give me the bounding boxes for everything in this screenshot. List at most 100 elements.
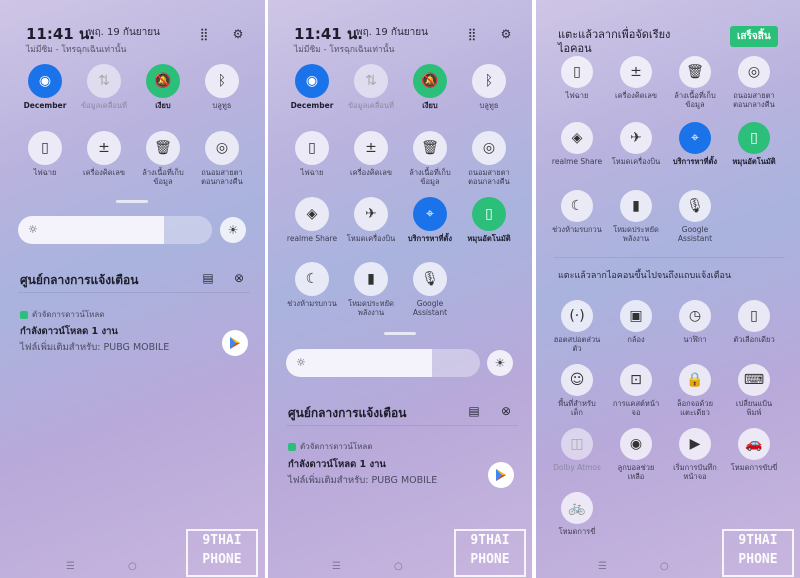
- tile-flashlight[interactable]: ▯ ไฟฉาย: [284, 131, 340, 177]
- auto-brightness-icon[interactable]: ☀: [487, 350, 513, 376]
- eye-icon: ◎: [205, 131, 239, 165]
- date: พฤ. 19 กันยายน: [356, 27, 428, 38]
- carrier-text: ไม่มีซิม - โทรฉุกเฉินเท่านั้น: [26, 45, 127, 55]
- extra-tile[interactable]: ▶ เริ่มการบันทึก หน้าจอ: [667, 428, 723, 481]
- extra-tile[interactable]: ▯ ตัวเลือกเดียว: [726, 300, 782, 344]
- tile-clean-storage[interactable]: 🗑 ล้างเนื้อที่เก็บ ข้อมูล: [402, 131, 458, 186]
- extra-tile[interactable]: ▣ กล้อง: [608, 300, 664, 344]
- brightness-slider[interactable]: ☼: [286, 349, 480, 377]
- nav-menu-icon[interactable]: ☰: [598, 561, 607, 572]
- extra-tile[interactable]: ◷ นาฬิกา: [667, 300, 723, 344]
- tile-auto-rotate[interactable]: ▯ หมุนอัตโนมัติ: [461, 197, 517, 243]
- tile-calculator[interactable]: ± เครื่องคิดเลข: [343, 131, 399, 177]
- tile-google-assistant[interactable]: 🎙 Google Assistant: [667, 190, 723, 243]
- tile-location[interactable]: ⌖ บริการหาที่ตั้ง: [667, 122, 723, 166]
- nav-menu-icon[interactable]: ☰: [332, 561, 341, 572]
- edit-tiles-icon[interactable]: ⣿: [464, 26, 480, 42]
- done-button[interactable]: เสร็จสิ้น: [730, 26, 778, 47]
- tile-bluetooth[interactable]: ᛒ บลูทูธ: [194, 64, 250, 110]
- calculator-icon: ±: [354, 131, 388, 165]
- extra-tile-icon: ◷: [679, 300, 711, 332]
- eye-icon: ◎: [472, 131, 506, 165]
- tile-silent[interactable]: 🔕 เงียบ: [135, 64, 191, 110]
- drag-handle[interactable]: [116, 200, 148, 203]
- tile-realme-share[interactable]: ◈ realme Share: [549, 122, 605, 166]
- tile-do-not-disturb[interactable]: ☾ ช่วงห้ามรบกวน: [284, 262, 340, 308]
- quick-settings-panel-2: 11:41 น. พฤ. 19 กันยายน ไม่มีซิม - โทรฉุ…: [268, 0, 532, 578]
- watermark-logo: 9THAI PHONE: [454, 529, 526, 577]
- play-store-icon[interactable]: [222, 330, 248, 356]
- drag-handle[interactable]: [384, 332, 416, 335]
- tile-night-eye[interactable]: ◎ ถนอมสายตา ตอนกลางคืน: [461, 131, 517, 186]
- brightness-slider[interactable]: ☼: [18, 216, 212, 244]
- settings-gear-icon[interactable]: ⚙: [230, 26, 246, 42]
- tile-battery-saver[interactable]: ▮ โหมดประหยัด พลังงาน: [608, 190, 664, 243]
- manage-notifications-icon[interactable]: ▤: [466, 403, 482, 419]
- extra-tile-icon: ▣: [620, 300, 652, 332]
- clear-all-icon[interactable]: ⊗: [231, 270, 247, 286]
- extra-tile-icon: ⌨: [738, 364, 770, 396]
- clear-all-icon[interactable]: ⊗: [498, 403, 514, 419]
- extra-tile[interactable]: 🚗 โหมดการขับขี่: [726, 428, 782, 472]
- extra-tile-label: หน้าจอ: [683, 472, 707, 481]
- tile-realme-share[interactable]: ◈ realme Share: [284, 197, 340, 243]
- tile-bluetooth[interactable]: ᛒ บลูทูธ: [461, 64, 517, 110]
- auto-brightness-icon[interactable]: ☀: [220, 217, 246, 243]
- tile-clean-storage[interactable]: 🗑 ล้างเนื้อที่เก็บ ข้อมูล: [667, 56, 723, 109]
- trash-icon: 🗑: [679, 56, 711, 88]
- sun-icon: ☼: [28, 223, 38, 236]
- extra-tile[interactable]: 🚲 โหมดการขี่: [549, 492, 605, 536]
- extra-tile-icon: ◉: [620, 428, 652, 460]
- notification-app: ตัวจัดการดาวน์โหลด: [20, 308, 105, 321]
- tile-silent[interactable]: 🔕 เงียบ: [402, 64, 458, 110]
- tile-auto-rotate[interactable]: ▯ หมุนอัตโนมัติ: [726, 122, 782, 166]
- play-store-icon[interactable]: [488, 462, 514, 488]
- tile-wifi[interactable]: ◉ December: [17, 64, 73, 110]
- tile-location[interactable]: ⌖ บริการหาที่ตั้ง: [402, 197, 458, 243]
- nav-menu-icon[interactable]: ☰: [66, 561, 75, 572]
- tile-clean-storage[interactable]: 🗑 ล้างเนื้อที่เก็บ ข้อมูล: [135, 131, 191, 186]
- extra-tile[interactable]: 🔒 ล็อกจอด้วย แตะเดียว: [667, 364, 723, 417]
- nav-home-icon[interactable]: ○: [394, 561, 403, 572]
- extra-tile[interactable]: ◉ ลูกบอลช่วย เหลือ: [608, 428, 664, 481]
- flashlight-icon: ▯: [295, 131, 329, 165]
- location-pin-icon: ⌖: [679, 122, 711, 154]
- extra-tile-label: Dolby Atmos: [553, 463, 601, 472]
- extra-tile-label: ล็อกจอด้วย: [676, 399, 714, 408]
- tile-flashlight[interactable]: ▯ ไฟฉาย: [17, 131, 73, 177]
- tile-mobile-data[interactable]: ⇅ ข้อมูลเคลื่อนที่: [343, 64, 399, 110]
- moon-icon: ☾: [295, 262, 329, 296]
- extra-tile[interactable]: ⊡ การแคสต์หน้า จอ: [608, 364, 664, 417]
- tile-do-not-disturb[interactable]: ☾ ช่วงห้ามรบกวน: [549, 190, 605, 234]
- tile-calculator[interactable]: ± เครื่องคิดเลข: [608, 56, 664, 100]
- extra-tile[interactable]: (·) ฮอตสปอตส่วน ตัว: [549, 300, 605, 353]
- rotate-icon: ▯: [472, 197, 506, 231]
- extra-tile[interactable]: ⌨ เปลี่ยนแป้น พิมพ์: [726, 364, 782, 417]
- bluetooth-icon: ᛒ: [205, 64, 239, 98]
- nav-home-icon[interactable]: ○: [128, 561, 137, 572]
- manage-notifications-icon[interactable]: ▤: [200, 270, 216, 286]
- watermark-logo: 9THAI PHONE: [722, 529, 794, 577]
- tile-night-eye[interactable]: ◎ ถนอมสายตา ตอนกลางคืน: [726, 56, 782, 109]
- tile-flashlight[interactable]: ▯ ไฟฉาย: [549, 56, 605, 100]
- tile-mobile-data[interactable]: ⇅ ข้อมูลเคลื่อนที่: [76, 64, 132, 110]
- tile-google-assistant[interactable]: 🎙 Google Assistant: [402, 262, 458, 317]
- extra-tile[interactable]: ☺ พื้นที่สำหรับ เด็ก: [549, 364, 605, 417]
- tile-night-eye[interactable]: ◎ ถนอมสายตา ตอนกลางคืน: [194, 131, 250, 186]
- extra-tile-icon: 🚲: [561, 492, 593, 524]
- microphone-icon: 🎙: [679, 190, 711, 222]
- nav-home-icon[interactable]: ○: [660, 561, 669, 572]
- extra-tile[interactable]: ◫ Dolby Atmos: [549, 428, 605, 472]
- add-tiles-section-title: แตะแล้วลากไอคอนขึ้นไปจนถึงแถบแจ้งเตือน: [558, 271, 732, 281]
- edit-tiles-icon[interactable]: ⣿: [196, 26, 212, 42]
- extra-tile-label: ตัว: [572, 344, 582, 353]
- tile-airplane[interactable]: ✈ โหมดเครื่องบิน: [608, 122, 664, 166]
- notification-title: กำลังดาวน์โหลด 1 งาน: [20, 326, 118, 337]
- tile-calculator[interactable]: ± เครื่องคิดเลข: [76, 131, 132, 177]
- tile-battery-saver[interactable]: ▮ โหมดประหยัด พลังงาน: [343, 262, 399, 317]
- tile-wifi[interactable]: ◉ December: [284, 64, 340, 110]
- settings-gear-icon[interactable]: ⚙: [498, 26, 514, 42]
- tile-airplane[interactable]: ✈ โหมดเครื่องบิน: [343, 197, 399, 243]
- calculator-icon: ±: [87, 131, 121, 165]
- notification-center-title: ศูนย์กลางการแจ้งเตือน: [20, 273, 139, 287]
